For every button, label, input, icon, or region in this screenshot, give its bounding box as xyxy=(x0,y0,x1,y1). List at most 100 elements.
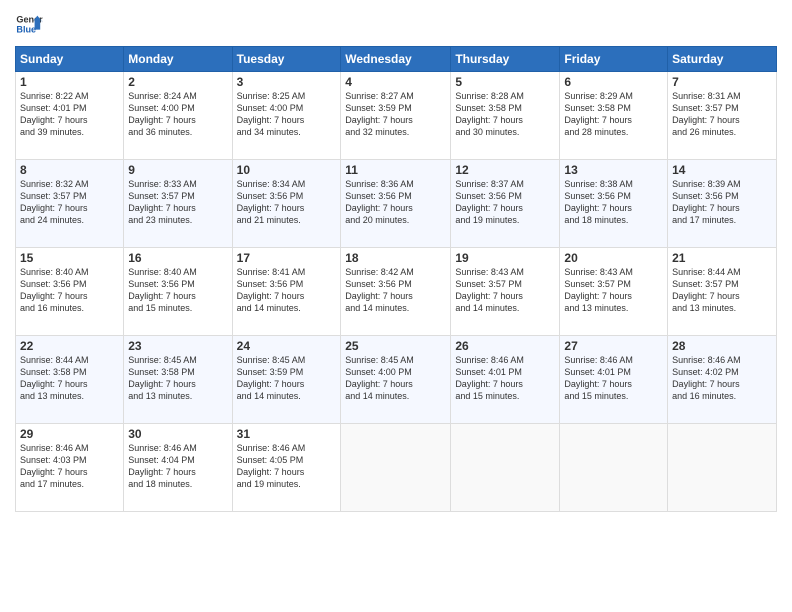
week-row-1: 1 Sunrise: 8:22 AM Sunset: 4:01 PM Dayli… xyxy=(16,72,777,160)
day-info: Sunrise: 8:45 AM Sunset: 4:00 PM Dayligh… xyxy=(345,354,446,403)
day-cell: 27 Sunrise: 8:46 AM Sunset: 4:01 PM Dayl… xyxy=(560,336,668,424)
day-info: Sunrise: 8:24 AM Sunset: 4:00 PM Dayligh… xyxy=(128,90,227,139)
day-info: Sunrise: 8:32 AM Sunset: 3:57 PM Dayligh… xyxy=(20,178,119,227)
week-row-4: 22 Sunrise: 8:44 AM Sunset: 3:58 PM Dayl… xyxy=(16,336,777,424)
day-info: Sunrise: 8:28 AM Sunset: 3:58 PM Dayligh… xyxy=(455,90,555,139)
day-info: Sunrise: 8:44 AM Sunset: 3:57 PM Dayligh… xyxy=(672,266,772,315)
header-sunday: Sunday xyxy=(16,47,124,72)
day-cell: 18 Sunrise: 8:42 AM Sunset: 3:56 PM Dayl… xyxy=(341,248,451,336)
day-info: Sunrise: 8:46 AM Sunset: 4:04 PM Dayligh… xyxy=(128,442,227,491)
day-cell: 16 Sunrise: 8:40 AM Sunset: 3:56 PM Dayl… xyxy=(124,248,232,336)
day-info: Sunrise: 8:34 AM Sunset: 3:56 PM Dayligh… xyxy=(237,178,337,227)
day-cell: 19 Sunrise: 8:43 AM Sunset: 3:57 PM Dayl… xyxy=(451,248,560,336)
day-number: 15 xyxy=(20,251,119,265)
day-number: 27 xyxy=(564,339,663,353)
day-cell: 9 Sunrise: 8:33 AM Sunset: 3:57 PM Dayli… xyxy=(124,160,232,248)
day-number: 21 xyxy=(672,251,772,265)
day-number: 2 xyxy=(128,75,227,89)
week-row-2: 8 Sunrise: 8:32 AM Sunset: 3:57 PM Dayli… xyxy=(16,160,777,248)
header-monday: Monday xyxy=(124,47,232,72)
day-info: Sunrise: 8:43 AM Sunset: 3:57 PM Dayligh… xyxy=(564,266,663,315)
day-info: Sunrise: 8:29 AM Sunset: 3:58 PM Dayligh… xyxy=(564,90,663,139)
day-number: 23 xyxy=(128,339,227,353)
day-number: 13 xyxy=(564,163,663,177)
header: General Blue xyxy=(15,10,777,38)
day-info: Sunrise: 8:46 AM Sunset: 4:02 PM Dayligh… xyxy=(672,354,772,403)
logo-icon: General Blue xyxy=(15,10,43,38)
day-number: 11 xyxy=(345,163,446,177)
day-cell: 7 Sunrise: 8:31 AM Sunset: 3:57 PM Dayli… xyxy=(668,72,777,160)
day-info: Sunrise: 8:25 AM Sunset: 4:00 PM Dayligh… xyxy=(237,90,337,139)
day-number: 29 xyxy=(20,427,119,441)
day-info: Sunrise: 8:22 AM Sunset: 4:01 PM Dayligh… xyxy=(20,90,119,139)
day-number: 30 xyxy=(128,427,227,441)
header-tuesday: Tuesday xyxy=(232,47,341,72)
day-info: Sunrise: 8:40 AM Sunset: 3:56 PM Dayligh… xyxy=(128,266,227,315)
day-number: 20 xyxy=(564,251,663,265)
day-cell: 13 Sunrise: 8:38 AM Sunset: 3:56 PM Dayl… xyxy=(560,160,668,248)
day-cell xyxy=(341,424,451,512)
day-info: Sunrise: 8:31 AM Sunset: 3:57 PM Dayligh… xyxy=(672,90,772,139)
day-info: Sunrise: 8:45 AM Sunset: 3:58 PM Dayligh… xyxy=(128,354,227,403)
day-cell: 26 Sunrise: 8:46 AM Sunset: 4:01 PM Dayl… xyxy=(451,336,560,424)
day-cell: 2 Sunrise: 8:24 AM Sunset: 4:00 PM Dayli… xyxy=(124,72,232,160)
logo: General Blue xyxy=(15,10,43,38)
day-info: Sunrise: 8:41 AM Sunset: 3:56 PM Dayligh… xyxy=(237,266,337,315)
header-wednesday: Wednesday xyxy=(341,47,451,72)
day-info: Sunrise: 8:43 AM Sunset: 3:57 PM Dayligh… xyxy=(455,266,555,315)
day-number: 3 xyxy=(237,75,337,89)
day-cell xyxy=(668,424,777,512)
week-row-5: 29 Sunrise: 8:46 AM Sunset: 4:03 PM Dayl… xyxy=(16,424,777,512)
day-cell: 17 Sunrise: 8:41 AM Sunset: 3:56 PM Dayl… xyxy=(232,248,341,336)
day-cell: 5 Sunrise: 8:28 AM Sunset: 3:58 PM Dayli… xyxy=(451,72,560,160)
day-cell: 28 Sunrise: 8:46 AM Sunset: 4:02 PM Dayl… xyxy=(668,336,777,424)
day-cell: 3 Sunrise: 8:25 AM Sunset: 4:00 PM Dayli… xyxy=(232,72,341,160)
day-cell: 10 Sunrise: 8:34 AM Sunset: 3:56 PM Dayl… xyxy=(232,160,341,248)
day-number: 25 xyxy=(345,339,446,353)
day-number: 7 xyxy=(672,75,772,89)
day-info: Sunrise: 8:37 AM Sunset: 3:56 PM Dayligh… xyxy=(455,178,555,227)
day-info: Sunrise: 8:38 AM Sunset: 3:56 PM Dayligh… xyxy=(564,178,663,227)
day-cell: 1 Sunrise: 8:22 AM Sunset: 4:01 PM Dayli… xyxy=(16,72,124,160)
day-number: 18 xyxy=(345,251,446,265)
day-cell: 22 Sunrise: 8:44 AM Sunset: 3:58 PM Dayl… xyxy=(16,336,124,424)
day-info: Sunrise: 8:46 AM Sunset: 4:05 PM Dayligh… xyxy=(237,442,337,491)
day-cell: 29 Sunrise: 8:46 AM Sunset: 4:03 PM Dayl… xyxy=(16,424,124,512)
day-info: Sunrise: 8:46 AM Sunset: 4:01 PM Dayligh… xyxy=(455,354,555,403)
day-cell: 25 Sunrise: 8:45 AM Sunset: 4:00 PM Dayl… xyxy=(341,336,451,424)
day-cell: 4 Sunrise: 8:27 AM Sunset: 3:59 PM Dayli… xyxy=(341,72,451,160)
day-number: 28 xyxy=(672,339,772,353)
day-number: 8 xyxy=(20,163,119,177)
day-number: 16 xyxy=(128,251,227,265)
day-number: 4 xyxy=(345,75,446,89)
day-number: 5 xyxy=(455,75,555,89)
day-cell xyxy=(451,424,560,512)
day-info: Sunrise: 8:45 AM Sunset: 3:59 PM Dayligh… xyxy=(237,354,337,403)
week-row-3: 15 Sunrise: 8:40 AM Sunset: 3:56 PM Dayl… xyxy=(16,248,777,336)
header-friday: Friday xyxy=(560,47,668,72)
day-info: Sunrise: 8:39 AM Sunset: 3:56 PM Dayligh… xyxy=(672,178,772,227)
day-number: 10 xyxy=(237,163,337,177)
day-cell: 23 Sunrise: 8:45 AM Sunset: 3:58 PM Dayl… xyxy=(124,336,232,424)
day-cell: 6 Sunrise: 8:29 AM Sunset: 3:58 PM Dayli… xyxy=(560,72,668,160)
day-cell: 30 Sunrise: 8:46 AM Sunset: 4:04 PM Dayl… xyxy=(124,424,232,512)
day-cell: 15 Sunrise: 8:40 AM Sunset: 3:56 PM Dayl… xyxy=(16,248,124,336)
day-number: 14 xyxy=(672,163,772,177)
day-cell xyxy=(560,424,668,512)
day-cell: 20 Sunrise: 8:43 AM Sunset: 3:57 PM Dayl… xyxy=(560,248,668,336)
calendar-header-row: SundayMondayTuesdayWednesdayThursdayFrid… xyxy=(16,47,777,72)
day-number: 26 xyxy=(455,339,555,353)
page: General Blue SundayMondayTuesdayWednesda… xyxy=(0,0,792,612)
day-cell: 24 Sunrise: 8:45 AM Sunset: 3:59 PM Dayl… xyxy=(232,336,341,424)
header-thursday: Thursday xyxy=(451,47,560,72)
day-cell: 21 Sunrise: 8:44 AM Sunset: 3:57 PM Dayl… xyxy=(668,248,777,336)
day-number: 1 xyxy=(20,75,119,89)
day-number: 24 xyxy=(237,339,337,353)
day-info: Sunrise: 8:44 AM Sunset: 3:58 PM Dayligh… xyxy=(20,354,119,403)
day-number: 12 xyxy=(455,163,555,177)
day-cell: 11 Sunrise: 8:36 AM Sunset: 3:56 PM Dayl… xyxy=(341,160,451,248)
day-cell: 8 Sunrise: 8:32 AM Sunset: 3:57 PM Dayli… xyxy=(16,160,124,248)
calendar-table: SundayMondayTuesdayWednesdayThursdayFrid… xyxy=(15,46,777,512)
day-info: Sunrise: 8:40 AM Sunset: 3:56 PM Dayligh… xyxy=(20,266,119,315)
day-number: 19 xyxy=(455,251,555,265)
